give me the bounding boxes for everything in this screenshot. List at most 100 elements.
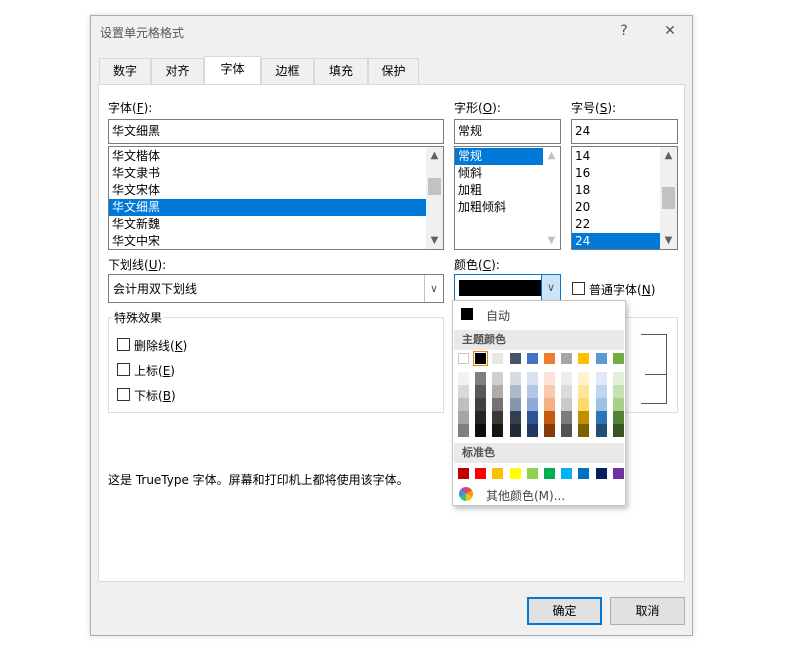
- theme-shade-swatch[interactable]: [458, 424, 469, 437]
- standard-color-swatch[interactable]: [458, 468, 469, 479]
- font-style-input[interactable]: 常规: [454, 119, 561, 144]
- normal-font-checkbox[interactable]: [572, 282, 585, 295]
- chevron-down-icon[interactable]: ∨: [424, 275, 443, 302]
- theme-shade-swatch[interactable]: [544, 411, 555, 424]
- scroll-up-icon[interactable]: ▲: [543, 147, 560, 164]
- tab-number[interactable]: 数字: [99, 58, 151, 84]
- list-item[interactable]: 华文宋体: [109, 182, 443, 199]
- list-item-selected[interactable]: 24: [572, 233, 660, 249]
- theme-shade-swatch[interactable]: [509, 424, 521, 437]
- theme-color-swatch[interactable]: [578, 353, 590, 364]
- theme-shade-swatch[interactable]: [509, 398, 521, 411]
- tab-border[interactable]: 边框: [261, 58, 314, 84]
- theme-shade-swatch[interactable]: [578, 424, 590, 437]
- theme-shade-swatch[interactable]: [561, 398, 573, 411]
- color-picker-button[interactable]: ∨: [454, 274, 561, 301]
- tab-font[interactable]: 字体: [204, 56, 261, 84]
- standard-color-swatch[interactable]: [475, 468, 487, 479]
- theme-shade-swatch[interactable]: [475, 424, 487, 437]
- scroll-down-icon[interactable]: ▼: [543, 232, 560, 249]
- more-colors-option[interactable]: 其他颜色(M)...: [454, 484, 624, 504]
- theme-color-swatch[interactable]: [458, 353, 469, 364]
- theme-shade-swatch[interactable]: [612, 385, 624, 398]
- theme-shade-swatch[interactable]: [492, 411, 504, 424]
- standard-color-swatch[interactable]: [561, 468, 573, 479]
- theme-shade-swatch[interactable]: [458, 398, 469, 411]
- theme-color-swatch[interactable]: [473, 351, 489, 366]
- scroll-down-icon[interactable]: ▼: [660, 232, 677, 249]
- underline-select[interactable]: 会计用双下划线 ∨: [108, 274, 444, 303]
- theme-shade-swatch[interactable]: [492, 372, 504, 385]
- superscript-checkbox[interactable]: [117, 363, 130, 376]
- ok-button[interactable]: 确定: [527, 597, 602, 625]
- theme-shade-swatch[interactable]: [578, 385, 590, 398]
- list-item[interactable]: 华文楷体: [109, 148, 443, 165]
- font-list[interactable]: 华文楷体 华文隶书 华文宋体 华文细黑 华文新魏 华文中宋 ▲ ▼: [108, 146, 444, 250]
- size-list-scrollbar[interactable]: ▲ ▼: [660, 147, 677, 249]
- list-item[interactable]: 华文隶书: [109, 165, 443, 182]
- theme-shade-swatch[interactable]: [544, 424, 555, 437]
- standard-color-swatch[interactable]: [526, 468, 538, 479]
- theme-shade-swatch[interactable]: [475, 385, 487, 398]
- theme-shade-swatch[interactable]: [578, 398, 590, 411]
- strikethrough-checkbox[interactable]: [117, 338, 130, 351]
- tab-protection[interactable]: 保护: [368, 58, 419, 84]
- theme-shade-swatch[interactable]: [595, 398, 607, 411]
- theme-shade-swatch[interactable]: [526, 385, 538, 398]
- theme-shade-swatch[interactable]: [475, 372, 487, 385]
- theme-shade-swatch[interactable]: [526, 398, 538, 411]
- font-list-scrollbar[interactable]: ▲ ▼: [426, 147, 443, 249]
- theme-shade-swatch[interactable]: [509, 411, 521, 424]
- theme-shade-swatch[interactable]: [561, 411, 573, 424]
- theme-shade-swatch[interactable]: [475, 411, 487, 424]
- theme-shade-swatch[interactable]: [561, 424, 573, 437]
- theme-shade-swatch[interactable]: [595, 385, 607, 398]
- theme-shade-swatch[interactable]: [526, 424, 538, 437]
- standard-color-swatch[interactable]: [544, 468, 555, 479]
- theme-shade-swatch[interactable]: [492, 385, 504, 398]
- cancel-button[interactable]: 取消: [610, 597, 685, 625]
- font-name-input[interactable]: 华文细黑: [108, 119, 444, 144]
- standard-color-swatch[interactable]: [595, 468, 607, 479]
- standard-color-swatch[interactable]: [509, 468, 521, 479]
- close-button[interactable]: ✕: [659, 20, 681, 42]
- theme-shade-swatch[interactable]: [561, 385, 573, 398]
- theme-shade-swatch[interactable]: [612, 398, 624, 411]
- help-button[interactable]: ?: [613, 20, 635, 42]
- theme-shade-swatch[interactable]: [458, 411, 469, 424]
- scroll-down-icon[interactable]: ▼: [426, 232, 443, 249]
- standard-color-swatch[interactable]: [612, 468, 624, 479]
- theme-shade-swatch[interactable]: [544, 372, 555, 385]
- font-size-input[interactable]: 24: [571, 119, 678, 144]
- theme-color-swatch[interactable]: [544, 353, 555, 364]
- chevron-down-icon[interactable]: ∨: [541, 275, 560, 300]
- theme-color-swatch[interactable]: [612, 353, 624, 364]
- theme-shade-swatch[interactable]: [509, 385, 521, 398]
- theme-shade-swatch[interactable]: [544, 398, 555, 411]
- scroll-up-icon[interactable]: ▲: [426, 147, 443, 164]
- automatic-color-option[interactable]: 自动: [454, 304, 624, 324]
- theme-shade-swatch[interactable]: [612, 424, 624, 437]
- standard-color-swatch[interactable]: [492, 468, 504, 479]
- theme-color-swatch[interactable]: [492, 353, 504, 364]
- theme-color-swatch[interactable]: [595, 353, 607, 364]
- theme-shade-swatch[interactable]: [526, 372, 538, 385]
- theme-shade-swatch[interactable]: [475, 398, 487, 411]
- theme-shade-swatch[interactable]: [578, 411, 590, 424]
- theme-shade-swatch[interactable]: [458, 385, 469, 398]
- tab-alignment[interactable]: 对齐: [151, 58, 204, 84]
- subscript-checkbox[interactable]: [117, 388, 130, 401]
- theme-shade-swatch[interactable]: [509, 372, 521, 385]
- theme-shade-swatch[interactable]: [595, 424, 607, 437]
- scroll-thumb[interactable]: [428, 178, 441, 195]
- list-item[interactable]: 华文新魏: [109, 216, 443, 233]
- list-item[interactable]: 华文中宋: [109, 233, 443, 249]
- theme-shade-swatch[interactable]: [578, 372, 590, 385]
- theme-shade-swatch[interactable]: [492, 398, 504, 411]
- theme-shade-swatch[interactable]: [492, 424, 504, 437]
- theme-shade-swatch[interactable]: [561, 372, 573, 385]
- list-item-selected[interactable]: 华文细黑: [109, 199, 426, 216]
- theme-shade-swatch[interactable]: [595, 411, 607, 424]
- theme-color-swatch[interactable]: [509, 353, 521, 364]
- font-style-list[interactable]: 常规 倾斜 加粗 加粗倾斜 ▲ ▼: [454, 146, 561, 250]
